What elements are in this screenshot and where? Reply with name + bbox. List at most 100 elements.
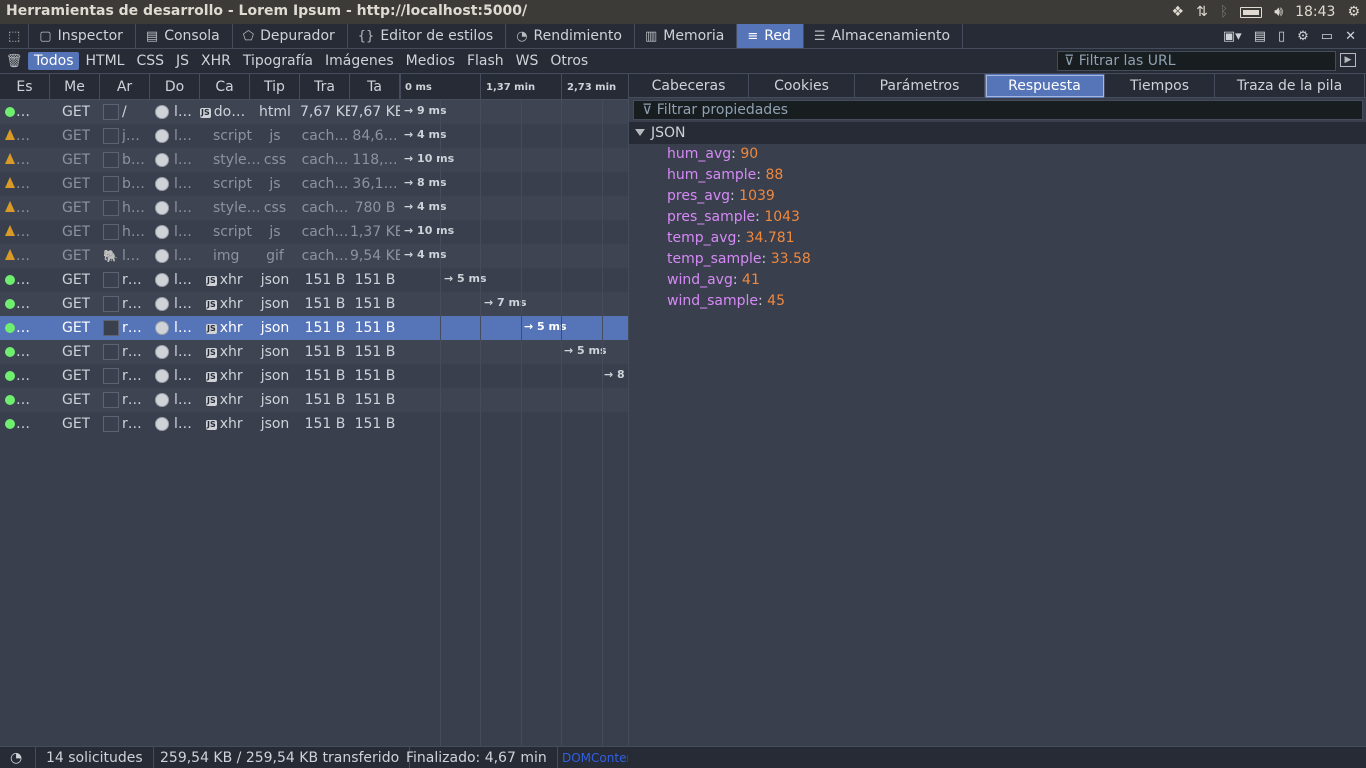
file-thumbnail	[103, 200, 119, 216]
table-row[interactable]: … GET r… l… JS xhr json 151 B 151 B	[0, 412, 628, 436]
dock-layout-icon[interactable]: ▣▾	[1223, 29, 1242, 44]
settings-gear-icon[interactable]: ⚙	[1297, 29, 1309, 44]
cause-text: xhr	[219, 416, 243, 432]
property-filter-input[interactable]: ⊽ Filtrar propiedades	[633, 100, 1363, 120]
close-icon[interactable]: ✕	[1345, 29, 1356, 44]
json-property[interactable]: hum_avg: 90	[667, 144, 758, 165]
table-row[interactable]: … GET r… l… JS xhr json 151 B 151 B → 8	[0, 364, 628, 388]
details-tab-tiempos[interactable]: Tiempos	[1105, 74, 1215, 98]
status-warning-icon	[5, 177, 15, 188]
dropbox-icon[interactable]: ❖	[1172, 4, 1185, 20]
table-row[interactable]: … GET r… l… JS xhr json 151 B 151 B → 5 ms	[0, 316, 628, 340]
cause-text: xhr	[219, 320, 243, 336]
status-ok-icon	[5, 347, 15, 357]
tab-inspector[interactable]: ▢ Inspector	[29, 24, 136, 48]
table-row[interactable]: … GET r… l… JS xhr json 151 B 151 B → 5 ms	[0, 340, 628, 364]
filter-otros[interactable]: Otros	[544, 52, 594, 70]
table-row[interactable]: … GET r… l… JS xhr json 151 B 151 B → 7 ms	[0, 292, 628, 316]
url-filter-input[interactable]: ⊽ Filtrar las URL	[1057, 51, 1336, 71]
cause: JS xhr	[206, 268, 252, 292]
table-row[interactable]: … GET b… l… style… css cach… 118,… → 10 ms	[0, 148, 628, 172]
json-colon: :	[736, 230, 746, 246]
tab-consola[interactable]: ▤ Consola	[136, 24, 233, 48]
filter-ws[interactable]: WS	[510, 52, 545, 70]
json-value: 41	[742, 272, 760, 288]
cause: JS xhr	[206, 340, 252, 364]
method: GET	[62, 248, 91, 264]
finished-time: Finalizado: 4,67 min	[396, 747, 558, 768]
status-text: …	[16, 224, 30, 240]
volume-icon[interactable]: 🔊︎	[1274, 4, 1283, 20]
json-section-label: JSON	[651, 125, 686, 141]
details-tab-traza-de-la-pila[interactable]: Traza de la pila	[1215, 74, 1365, 98]
split-console-icon[interactable]: ▤	[1254, 29, 1266, 44]
tab-label: Rendimiento	[533, 28, 622, 44]
table-row[interactable]: … GET / l… JS do… html 7,67 KB 7,67 KB → 9 ms	[0, 100, 628, 124]
filter-imágenes[interactable]: Imágenes	[319, 52, 400, 70]
table-row[interactable]: … GET h… l… script js cach… 1,37 KB → 10 ms	[0, 220, 628, 244]
filter-xhr[interactable]: XHR	[195, 52, 237, 70]
json-section-header[interactable]: JSON	[629, 122, 1366, 144]
timeline-gridline	[602, 100, 603, 746]
json-property[interactable]: wind_sample: 45	[667, 291, 785, 312]
performance-analysis-icon[interactable]: ◔	[0, 747, 36, 768]
clock[interactable]: 18:43	[1295, 4, 1335, 20]
column-header-status[interactable]: Es	[0, 74, 50, 100]
json-property[interactable]: temp_avg: 34.781	[667, 228, 795, 249]
details-tab-respuesta[interactable]: Respuesta	[985, 74, 1105, 98]
tab-depurador[interactable]: ⬠ Depurador	[233, 24, 348, 48]
tab-editor-de-estilos[interactable]: {} Editor de estilos	[348, 24, 507, 48]
tab-red[interactable]: ≡ Red	[737, 24, 804, 48]
dock-side-icon[interactable]: ▭	[1321, 29, 1333, 44]
session-gear-icon[interactable]: ⚙	[1347, 4, 1360, 20]
network-arrows-icon[interactable]: ⇅	[1196, 4, 1208, 20]
details-tab-cookies[interactable]: Cookies	[749, 74, 855, 98]
bluetooth-icon[interactable]: ᛒ	[1220, 4, 1228, 20]
column-header-method[interactable]: Me	[50, 74, 100, 100]
table-row[interactable]: … GET h… l… style… css cach… 780 B → 4 ms	[0, 196, 628, 220]
status-warning-icon	[5, 129, 15, 140]
json-property[interactable]: pres_avg: 1039	[667, 186, 775, 207]
tab-almacenamiento[interactable]: ☰ Almacenamiento	[804, 24, 964, 48]
table-row[interactable]: … GET 🐘 l… l… img gif cach… 9,54 KB → 4 ms	[0, 244, 628, 268]
filter-todos[interactable]: Todos	[28, 52, 80, 70]
timeline-tick: 1,37 min	[486, 82, 536, 93]
table-row[interactable]: … GET j… l… script js cach… 84,6… → 4 ms	[0, 124, 628, 148]
column-header-transferred[interactable]: Tra	[300, 74, 350, 100]
filter-flash[interactable]: Flash	[461, 52, 510, 70]
json-property[interactable]: temp_sample: 33.58	[667, 249, 811, 270]
filter-medios[interactable]: Medios	[400, 52, 461, 70]
json-property[interactable]: pres_sample: 1043	[667, 207, 800, 228]
json-property[interactable]: wind_avg: 41	[667, 270, 760, 291]
battery-icon[interactable]	[1240, 6, 1263, 18]
clear-trash-icon[interactable]: 🗑︎	[0, 54, 28, 69]
filter-html[interactable]: HTML	[79, 52, 130, 70]
column-header-file[interactable]: Ar	[100, 74, 150, 100]
element-picker-button[interactable]: ⬚	[0, 24, 30, 48]
tab-rendimiento[interactable]: ◔ Rendimiento	[506, 24, 635, 48]
filter-css[interactable]: CSS	[130, 52, 170, 70]
transfer-size: 259,54 KB / 259,54 KB transferido	[150, 747, 411, 768]
table-row[interactable]: … GET r… l… JS xhr json 151 B 151 B → 5 ms	[0, 268, 628, 292]
tab-memoria[interactable]: ▥ Memoria	[635, 24, 738, 48]
table-row[interactable]: … GET b… l… script js cach… 36,1… → 8 ms	[0, 172, 628, 196]
column-header-type[interactable]: Tip	[250, 74, 300, 100]
column-header-size[interactable]: Ta	[350, 74, 400, 100]
js-badge-icon: JS	[206, 396, 217, 406]
column-header-domain[interactable]: Do	[150, 74, 200, 100]
style-editor-icon: {}	[357, 28, 375, 44]
column-header-cause[interactable]: Ca	[200, 74, 250, 100]
type: js	[269, 128, 281, 144]
details-tab-cabeceras[interactable]: Cabeceras	[629, 74, 749, 98]
filter-tipografía[interactable]: Tipografía	[237, 52, 319, 70]
table-row[interactable]: … GET r… l… JS xhr json 151 B 151 B	[0, 388, 628, 412]
file-thumbnail	[103, 296, 119, 312]
method: GET	[62, 152, 91, 168]
details-tab-parámetros[interactable]: Parámetros	[855, 74, 985, 98]
filter-js[interactable]: JS	[170, 52, 195, 70]
json-property[interactable]: hum_sample: 88	[667, 165, 783, 186]
domain: l…	[174, 104, 192, 120]
responsive-design-icon[interactable]: ▯	[1278, 29, 1285, 44]
toggle-sidebar-icon[interactable]: ▶	[1340, 53, 1356, 67]
url-filter-placeholder: Filtrar las URL	[1078, 53, 1176, 69]
